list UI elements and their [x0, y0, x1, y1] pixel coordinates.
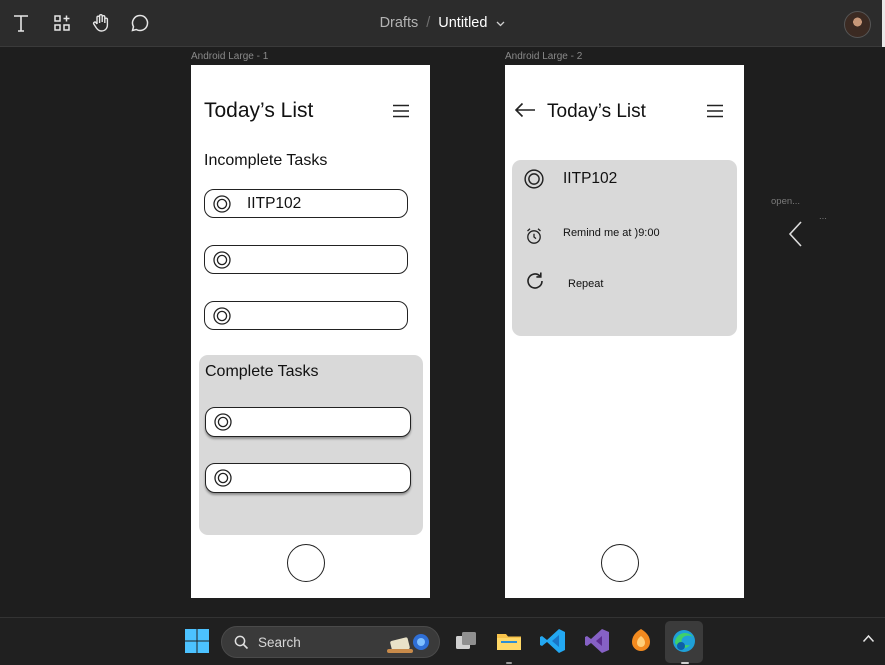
radio-ring-icon[interactable]: [524, 169, 544, 189]
task-name: IITP102: [563, 170, 618, 187]
back-arrow-icon[interactable]: [514, 102, 536, 118]
menu-icon[interactable]: [706, 104, 724, 118]
radio-ring-icon[interactable]: [214, 413, 232, 431]
fl-studio-icon[interactable]: [627, 627, 655, 655]
remind-text[interactable]: Remind me at )9:00: [563, 227, 660, 239]
file-explorer-icon[interactable]: [495, 627, 523, 655]
canvas-note-dots: ...: [819, 211, 827, 222]
menu-icon[interactable]: [392, 104, 410, 118]
radio-ring-icon[interactable]: [213, 307, 231, 325]
repeat-text[interactable]: Repeat: [568, 278, 603, 290]
task-view-icon[interactable]: [452, 627, 480, 655]
taskbar-search-box[interactable]: Search: [221, 626, 440, 658]
alarm-clock-icon: [527, 228, 541, 244]
frame-android-large-2[interactable]: Today’s List IITP102 Remind me at )9:00 …: [505, 65, 744, 598]
screen-title: Today’s List: [547, 101, 646, 122]
tray-chevron-up-icon[interactable]: [862, 634, 875, 643]
app-toolbar: Drafts / Untitled: [0, 0, 885, 47]
task-label: IITP102: [247, 195, 302, 212]
task-detail-card: IITP102 Remind me at )9:00 Repeat: [512, 160, 737, 336]
windows-start-icon[interactable]: [183, 627, 211, 655]
home-button[interactable]: [287, 544, 325, 582]
complete-task-item[interactable]: [205, 463, 411, 493]
search-highlight-icon: [387, 634, 429, 653]
visual-studio-icon[interactable]: [583, 627, 611, 655]
incomplete-task-item[interactable]: IITP102: [204, 189, 408, 218]
running-indicator: [681, 662, 689, 664]
frame-label-1[interactable]: Android Large - 1: [191, 51, 268, 62]
repeat-icon: [527, 272, 543, 289]
search-icon: [234, 635, 249, 650]
windows-taskbar: Search: [0, 617, 885, 665]
radio-ring-icon[interactable]: [214, 469, 232, 487]
drafts-link[interactable]: Drafts: [380, 15, 419, 31]
file-name[interactable]: Untitled: [438, 15, 487, 31]
home-button[interactable]: [601, 544, 639, 582]
frame-android-large-1[interactable]: Today’s List Incomplete Tasks IITP102 Co…: [191, 65, 430, 598]
canvas-note[interactable]: open...: [771, 196, 800, 207]
incomplete-task-item[interactable]: [204, 301, 408, 330]
screen-title: Today’s List: [204, 99, 314, 122]
edge-icon[interactable]: [670, 627, 698, 655]
user-avatar[interactable]: [844, 11, 871, 38]
file-breadcrumb: Drafts / Untitled: [0, 15, 885, 31]
chevron-down-icon[interactable]: [496, 15, 505, 31]
vscode-icon[interactable]: [539, 627, 567, 655]
radio-ring-icon[interactable]: [213, 195, 231, 213]
complete-tasks-panel: Complete Tasks: [199, 355, 423, 535]
complete-tasks-heading: Complete Tasks: [205, 363, 319, 380]
search-label: Search: [258, 635, 301, 650]
chevron-left-icon[interactable]: [787, 220, 803, 248]
complete-task-item[interactable]: [205, 407, 411, 437]
running-indicator: [506, 662, 512, 664]
incomplete-task-item[interactable]: [204, 245, 408, 274]
incomplete-tasks-heading: Incomplete Tasks: [204, 152, 328, 169]
breadcrumb-separator: /: [426, 15, 431, 31]
radio-ring-icon[interactable]: [213, 251, 231, 269]
frame-label-2[interactable]: Android Large - 2: [505, 51, 582, 62]
